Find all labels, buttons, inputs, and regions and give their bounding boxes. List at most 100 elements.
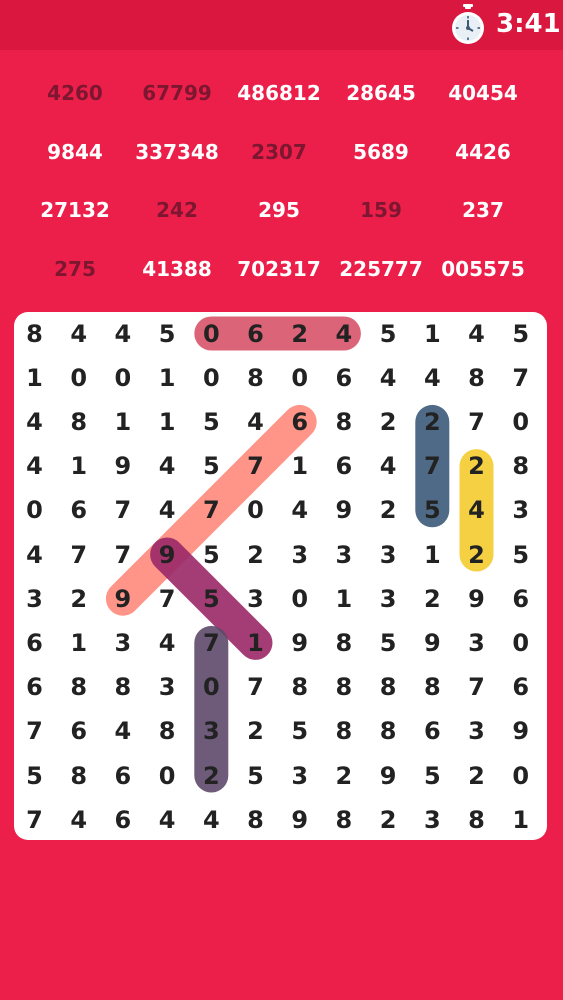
grid-cell[interactable]: 6 [234,312,278,356]
grid-cell[interactable]: 4 [366,444,410,488]
grid-cell[interactable]: 8 [499,444,543,488]
grid-cell[interactable]: 5 [14,754,57,798]
grid-cell[interactable]: 6 [14,621,57,665]
grid-cell[interactable]: 0 [499,754,543,798]
grid-cell[interactable]: 1 [145,356,189,400]
grid-cell[interactable]: 5 [499,312,543,356]
grid-cell[interactable]: 6 [14,665,57,709]
grid-cell[interactable]: 4 [14,444,57,488]
grid-cell[interactable]: 3 [189,709,233,753]
grid-cell[interactable]: 5 [366,621,410,665]
grid-cell[interactable]: 5 [366,312,410,356]
grid-cell[interactable]: 8 [234,356,278,400]
grid-cell[interactable]: 8 [322,798,366,840]
grid-cell[interactable]: 2 [455,754,499,798]
grid-cell[interactable]: 5 [189,400,233,444]
grid-cell[interactable]: 1 [57,444,101,488]
grid-cell[interactable]: 3 [366,533,410,577]
grid-cell[interactable]: 1 [410,533,454,577]
grid-cell[interactable]: 8 [57,754,101,798]
grid-cell[interactable]: 6 [499,665,543,709]
grid-cell[interactable]: 9 [278,798,322,840]
grid-cell[interactable]: 1 [278,444,322,488]
grid-cell[interactable]: 2 [322,754,366,798]
grid-cell[interactable]: 4 [455,312,499,356]
grid-cell[interactable]: 0 [101,356,145,400]
grid-cell[interactable]: 9 [410,621,454,665]
grid-cell[interactable]: 0 [189,356,233,400]
grid-cell[interactable]: 7 [14,709,57,753]
grid-cell[interactable]: 2 [410,577,454,621]
grid-cell[interactable]: 8 [14,312,57,356]
grid-cell[interactable]: 7 [101,488,145,532]
grid-cell[interactable]: 1 [410,312,454,356]
grid-cell[interactable]: 7 [455,400,499,444]
grid-cell[interactable]: 2 [366,798,410,840]
grid-cell[interactable]: 7 [410,444,454,488]
grid-cell[interactable]: 3 [499,488,543,532]
grid-cell[interactable]: 1 [145,400,189,444]
grid-cell[interactable]: 4 [366,356,410,400]
grid-cell[interactable]: 4 [145,621,189,665]
grid-cell[interactable]: 5 [410,488,454,532]
grid-cell[interactable]: 3 [455,621,499,665]
grid-cell[interactable]: 5 [189,577,233,621]
grid-cell[interactable]: 9 [101,444,145,488]
grid-cell[interactable]: 8 [57,665,101,709]
grid-cell[interactable]: 8 [322,400,366,444]
grid-cell[interactable]: 4 [14,533,57,577]
grid-cell[interactable]: 3 [101,621,145,665]
grid-cell[interactable]: 0 [145,754,189,798]
grid-cell[interactable]: 5 [189,444,233,488]
grid-cell[interactable]: 9 [145,533,189,577]
grid-cell[interactable]: 8 [145,709,189,753]
grid-cell[interactable]: 3 [145,665,189,709]
grid-cell[interactable]: 0 [189,312,233,356]
grid-cell[interactable]: 1 [101,400,145,444]
grid-cell[interactable]: 8 [322,621,366,665]
grid-cell[interactable]: 3 [455,709,499,753]
grid-cell[interactable]: 4 [234,400,278,444]
grid-cell[interactable]: 5 [145,312,189,356]
grid-cell[interactable]: 2 [57,577,101,621]
grid-cell[interactable]: 8 [322,709,366,753]
grid-cell[interactable]: 5 [189,533,233,577]
grid-cell[interactable]: 9 [366,754,410,798]
grid-cell[interactable]: 2 [234,709,278,753]
grid-cell[interactable]: 8 [455,356,499,400]
grid-cell[interactable]: 3 [278,754,322,798]
grid-cell[interactable]: 1 [57,621,101,665]
grid-cell[interactable]: 2 [410,400,454,444]
grid-cell[interactable]: 1 [234,621,278,665]
grid-cell[interactable]: 1 [322,577,366,621]
grid-cell[interactable]: 6 [278,400,322,444]
grid-cell[interactable]: 7 [189,621,233,665]
grid-cell[interactable]: 5 [499,533,543,577]
grid-cell[interactable]: 2 [189,754,233,798]
grid-cell[interactable]: 4 [145,798,189,840]
grid-cell[interactable]: 6 [410,709,454,753]
grid-cell[interactable]: 0 [234,488,278,532]
grid-cell[interactable]: 4 [101,312,145,356]
grid-cell[interactable]: 8 [455,798,499,840]
grid-cell[interactable]: 4 [278,488,322,532]
grid-cell[interactable]: 0 [499,621,543,665]
grid-cell[interactable]: 6 [499,577,543,621]
grid-cell[interactable]: 4 [101,709,145,753]
grid-cell[interactable]: 9 [101,577,145,621]
grid-cell[interactable]: 6 [322,444,366,488]
grid-cell[interactable]: 6 [101,754,145,798]
grid-cell[interactable]: 5 [278,709,322,753]
grid-cell[interactable]: 4 [322,312,366,356]
grid-cell[interactable]: 4 [57,312,101,356]
grid-cell[interactable]: 8 [57,400,101,444]
grid-cell[interactable]: 9 [322,488,366,532]
grid-cell[interactable]: 2 [234,533,278,577]
grid-cell[interactable]: 6 [57,709,101,753]
grid-cell[interactable]: 8 [101,665,145,709]
grid-cell[interactable]: 8 [366,709,410,753]
letter-grid[interactable]: 8445062451451001080644874811546822704194… [14,312,547,840]
grid-cell[interactable]: 2 [278,312,322,356]
grid-cell[interactable]: 9 [455,577,499,621]
grid-cell[interactable]: 4 [145,444,189,488]
